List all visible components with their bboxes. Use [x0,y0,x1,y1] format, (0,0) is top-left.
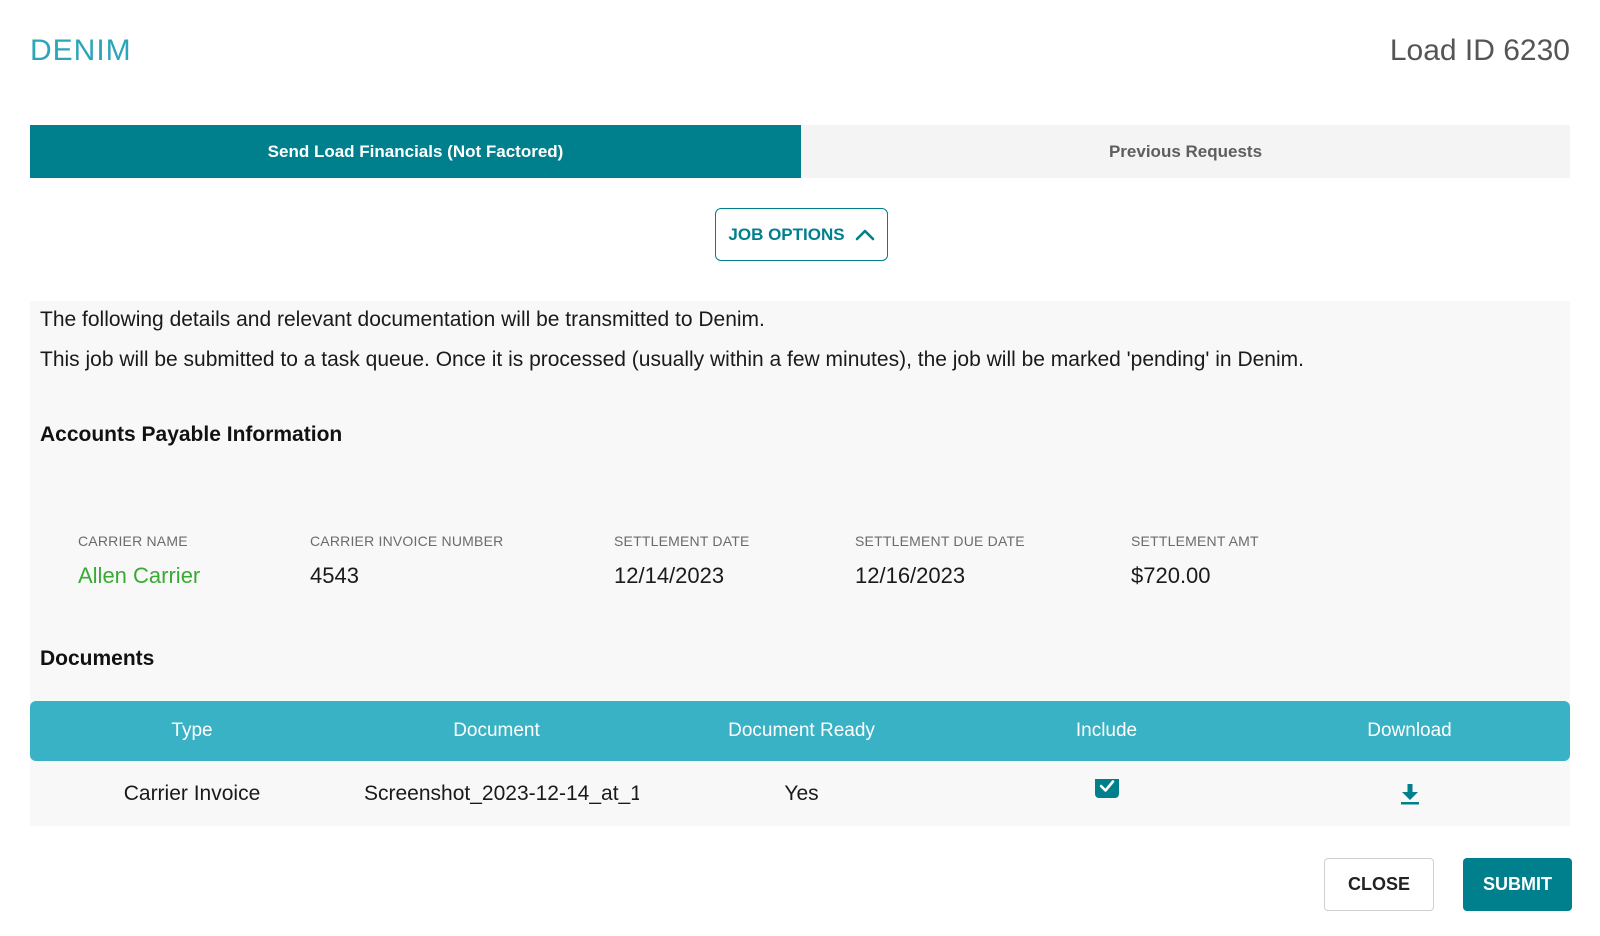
field-value: $720.00 [1131,563,1211,588]
accounts-payable-title: Accounts Payable Information [40,423,343,446]
download-icon[interactable] [1400,783,1420,808]
field-value: 4543 [310,563,359,588]
download-cell [1249,780,1570,808]
header: DENIM Load ID 6230 [30,30,1570,80]
settlement-due-date-field: SETTLEMENT DUE DATE 12/16/2023 [855,533,1025,589]
carrier-name-field: CARRIER NAME Allen Carrier [78,533,200,589]
settlement-amt-field: SETTLEMENT AMT $720.00 [1131,533,1259,589]
document-ready: Yes [784,781,819,805]
include-cell [964,778,1249,809]
queue-message: This job will be submitted to a task que… [40,348,1304,371]
column-header-document-ready: Document Ready [728,720,875,741]
field-value: 12/14/2023 [614,563,725,588]
carrier-invoice-number-field: CARRIER INVOICE NUMBER 4543 [310,533,503,589]
include-checkbox[interactable] [1094,778,1119,798]
close-button[interactable]: CLOSE [1324,858,1434,911]
field-value: 12/16/2023 [855,563,966,588]
job-options-label: JOB OPTIONS [728,224,845,244]
brand-title: DENIM [30,34,132,67]
table-header: Type Document Document Ready Include Dow… [30,701,1570,761]
tab-send-load-financials[interactable]: Send Load Financials (Not Factored) [30,125,801,178]
field-label: SETTLEMENT DUE DATE [855,533,1025,549]
job-options-button[interactable]: JOB OPTIONS [715,208,888,261]
tab-bar: Send Load Financials (Not Factored) Prev… [30,125,1570,178]
tab-previous-requests[interactable]: Previous Requests [801,125,1570,178]
column-header-document: Document [453,720,540,741]
load-id: Load ID 6230 [1389,34,1570,67]
info-message: The following details and relevant docum… [40,308,765,331]
column-header-include: Include [1075,720,1138,741]
settlement-date-field: SETTLEMENT DATE 12/14/2023 [614,533,750,589]
field-label: SETTLEMENT DATE [614,533,750,549]
table-row: Carrier Invoice Screenshot_2023-12-14_at… [30,761,1570,826]
field-label: CARRIER INVOICE NUMBER [310,533,504,549]
carrier-name-link[interactable]: Allen Carrier [78,563,200,589]
documents-table: Type Document Document Ready Include Dow… [30,701,1570,826]
content-panel: The following details and relevant docum… [30,301,1570,826]
documents-title: Documents [40,647,155,670]
column-header-type: Type [171,720,213,741]
field-label: CARRIER NAME [78,533,188,549]
column-header-download: Download [1367,720,1452,741]
document-filename: Screenshot_2023-12-14_at_1 [364,781,639,805]
chevron-up-icon [855,229,875,241]
submit-button[interactable]: SUBMIT [1463,858,1572,911]
document-type: Carrier Invoice [123,781,261,805]
field-label: SETTLEMENT AMT [1131,533,1259,549]
